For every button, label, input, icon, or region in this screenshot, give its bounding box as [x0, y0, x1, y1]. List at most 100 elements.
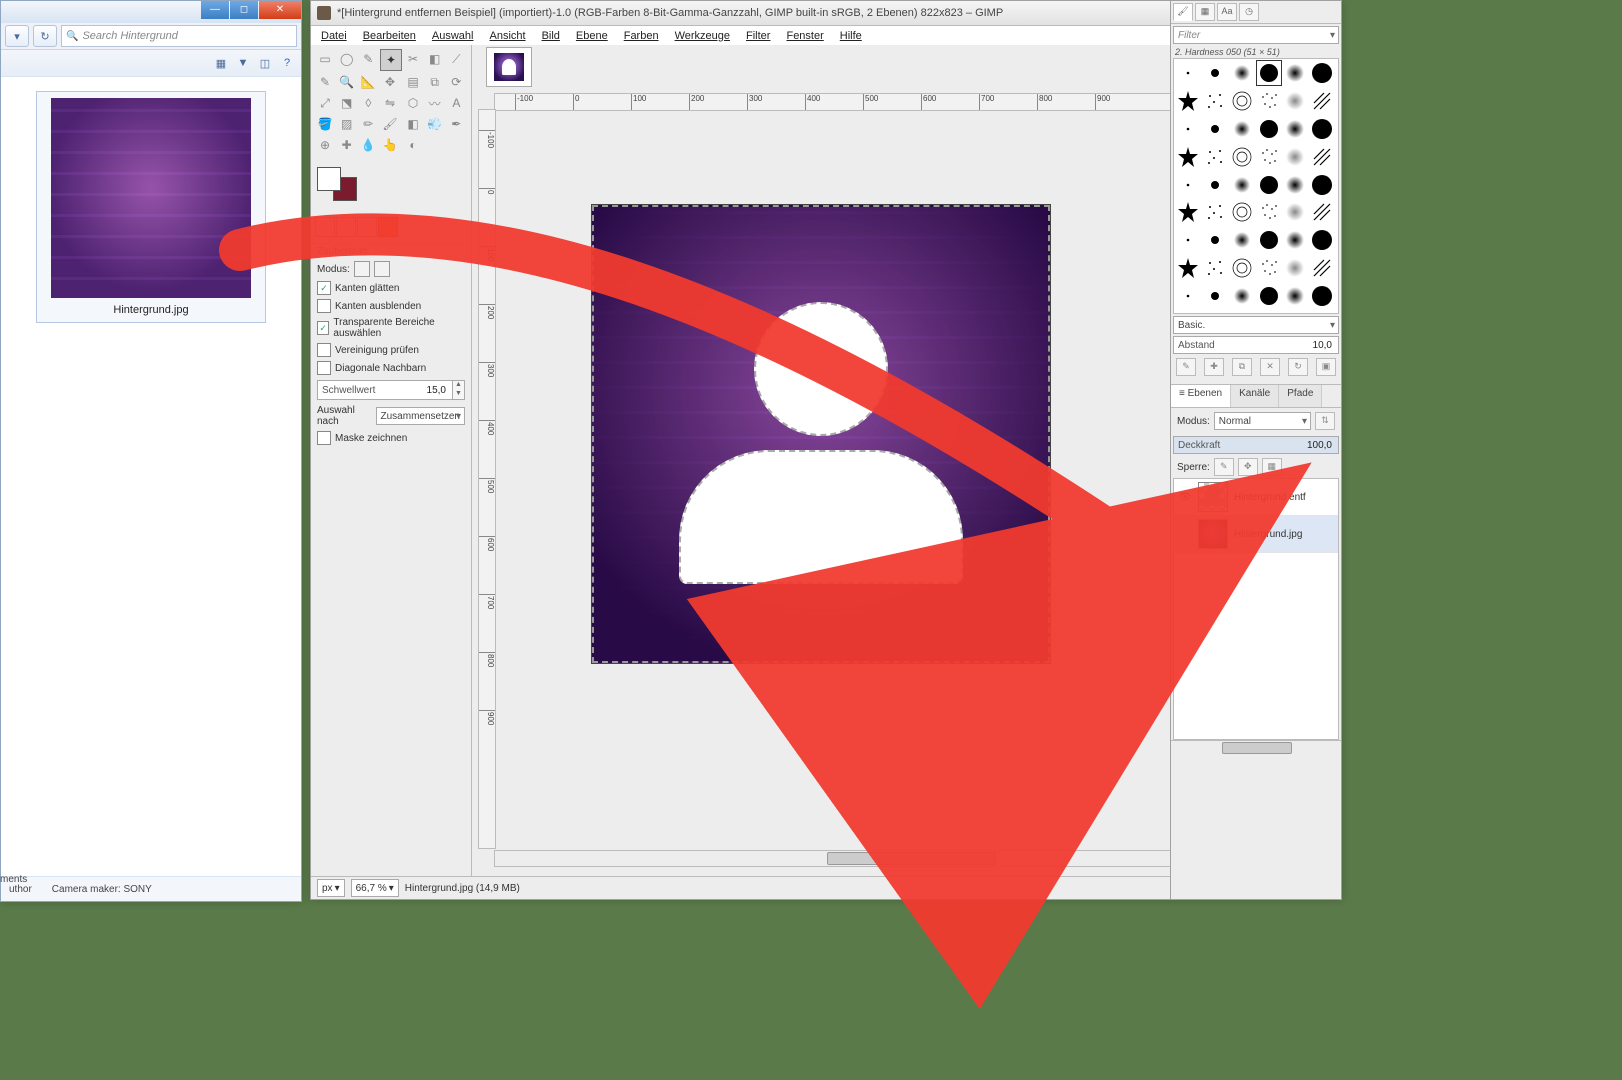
brush-2[interactable]: [1230, 61, 1254, 85]
opt-feather[interactable]: Kanten ausblenden: [311, 297, 471, 315]
menu-farben[interactable]: Farben: [616, 28, 667, 44]
tool-gradient[interactable]: ▨: [337, 114, 357, 134]
mode-2[interactable]: [336, 217, 356, 237]
menu-fenster[interactable]: Fenster: [778, 28, 831, 44]
threshold-field[interactable]: Schwellwert 15,0 ▲▼: [317, 380, 465, 400]
file-thumbnail[interactable]: Hintergrund.jpg: [36, 91, 266, 323]
brush-23[interactable]: [1310, 145, 1334, 169]
brush-34[interactable]: [1283, 200, 1307, 224]
spacing-field[interactable]: Abstand10,0: [1173, 336, 1339, 354]
brush-35[interactable]: [1310, 200, 1334, 224]
tool-align[interactable]: ▤: [403, 72, 423, 92]
lock-alpha[interactable]: ▦: [1262, 458, 1282, 476]
layer-row-1[interactable]: 👁 Hintergrund entf: [1174, 479, 1338, 516]
brush-36[interactable]: [1176, 228, 1200, 252]
tab-pfade[interactable]: Pfade: [1279, 385, 1322, 407]
tool-warp[interactable]: 〰: [425, 93, 445, 113]
preview-pane-icon[interactable]: ◫: [257, 55, 273, 71]
dock-tab-history[interactable]: ◷: [1239, 3, 1259, 21]
maximize-button[interactable]: ◻: [230, 1, 258, 19]
brush-0[interactable]: [1176, 61, 1200, 85]
dock-tab-fonts[interactable]: Aa: [1217, 3, 1237, 21]
brush-refresh-button[interactable]: ↻: [1288, 358, 1308, 376]
lock-position[interactable]: ✥: [1238, 458, 1258, 476]
brush-37[interactable]: [1203, 228, 1227, 252]
brush-3[interactable]: [1257, 61, 1281, 85]
brush-11[interactable]: [1310, 89, 1334, 113]
tool-airbrush[interactable]: 💨: [425, 114, 445, 134]
tool-bucket[interactable]: 🪣: [315, 114, 335, 134]
brush-4[interactable]: [1283, 61, 1307, 85]
image-tab-1[interactable]: [486, 47, 532, 87]
menu-ebene[interactable]: Ebene: [568, 28, 616, 44]
brush-6[interactable]: [1176, 89, 1200, 113]
brush-52[interactable]: [1283, 284, 1307, 308]
tool-blur[interactable]: 💧: [358, 135, 378, 155]
tool-perspective[interactable]: ◊: [358, 93, 378, 113]
tool-flip[interactable]: ⇋: [380, 93, 400, 113]
brush-dup-button[interactable]: ⧉: [1232, 358, 1252, 376]
tab-kanaele[interactable]: Kanäle: [1231, 385, 1279, 407]
brush-42[interactable]: [1176, 256, 1200, 280]
menu-hilfe[interactable]: Hilfe: [832, 28, 870, 44]
brush-13[interactable]: [1203, 117, 1227, 141]
brush-8[interactable]: [1230, 89, 1254, 113]
mode-3[interactable]: [357, 217, 377, 237]
tool-foreground[interactable]: ◧: [425, 49, 445, 69]
brush-9[interactable]: [1257, 89, 1281, 113]
menu-bild[interactable]: Bild: [534, 28, 568, 44]
brush-17[interactable]: [1310, 117, 1334, 141]
menu-datei[interactable]: Datei: [313, 28, 355, 44]
unit-combo[interactable]: px▾: [317, 879, 345, 897]
search-input[interactable]: Search Hintergrund: [61, 25, 297, 47]
brush-21[interactable]: [1257, 145, 1281, 169]
tool-fuzzy-select[interactable]: ✦: [380, 49, 402, 71]
tool-crop[interactable]: ⧉: [425, 72, 445, 92]
brush-32[interactable]: [1230, 200, 1254, 224]
brush-14[interactable]: [1230, 117, 1254, 141]
nav-dropdown[interactable]: ▾: [5, 25, 29, 47]
brush-22[interactable]: [1283, 145, 1307, 169]
zoom-combo[interactable]: 66,7 %▾: [351, 879, 399, 897]
fg-bg-swatch[interactable]: [317, 167, 357, 201]
brush-28[interactable]: [1283, 173, 1307, 197]
refresh-button[interactable]: ↻: [33, 25, 57, 47]
brush-27[interactable]: [1257, 173, 1281, 197]
tool-ink[interactable]: ✒: [446, 114, 466, 134]
brush-12[interactable]: [1176, 117, 1200, 141]
brush-39[interactable]: [1257, 228, 1281, 252]
brush-open-button[interactable]: ▣: [1316, 358, 1336, 376]
help-icon[interactable]: ?: [279, 55, 295, 71]
dock-tab-patterns[interactable]: ▦: [1195, 3, 1215, 21]
brush-15[interactable]: [1257, 117, 1281, 141]
brush-44[interactable]: [1230, 256, 1254, 280]
brush-31[interactable]: [1203, 200, 1227, 224]
brush-53[interactable]: [1310, 284, 1334, 308]
brush-preset-combo[interactable]: Basic.: [1173, 316, 1339, 334]
tool-text[interactable]: A: [446, 93, 466, 113]
brush-38[interactable]: [1230, 228, 1254, 252]
tool-heal[interactable]: ✚: [337, 135, 357, 155]
brush-47[interactable]: [1310, 256, 1334, 280]
tool-rect-select[interactable]: ▭: [315, 49, 335, 69]
brush-50[interactable]: [1230, 284, 1254, 308]
brush-5[interactable]: [1310, 61, 1334, 85]
minimize-button[interactable]: —: [201, 1, 229, 19]
menu-werkzeuge[interactable]: Werkzeuge: [667, 28, 738, 44]
tab-ebenen[interactable]: ≡ Ebenen: [1171, 385, 1231, 407]
tool-pencil[interactable]: ✏: [358, 114, 378, 134]
opt-merged[interactable]: Vereinigung prüfen: [311, 341, 471, 359]
opt-antialias[interactable]: ✓Kanten glätten: [311, 279, 471, 297]
tool-cage[interactable]: ⬡: [403, 93, 423, 113]
tool-dodge[interactable]: ◐: [403, 135, 423, 155]
tool-measure[interactable]: 📐: [358, 72, 378, 92]
brush-43[interactable]: [1203, 256, 1227, 280]
mode-add[interactable]: [374, 261, 390, 277]
tool-clone[interactable]: ⊕: [315, 135, 335, 155]
brush-20[interactable]: [1230, 145, 1254, 169]
dock-tab-brushes[interactable]: 🖌: [1173, 3, 1193, 21]
tool-color-picker[interactable]: ✎: [315, 72, 335, 92]
opt-transparent[interactable]: ✓Transparente Bereiche auswählen: [311, 315, 471, 341]
brush-29[interactable]: [1310, 173, 1334, 197]
menu-bearbeiten[interactable]: Bearbeiten: [355, 28, 424, 44]
